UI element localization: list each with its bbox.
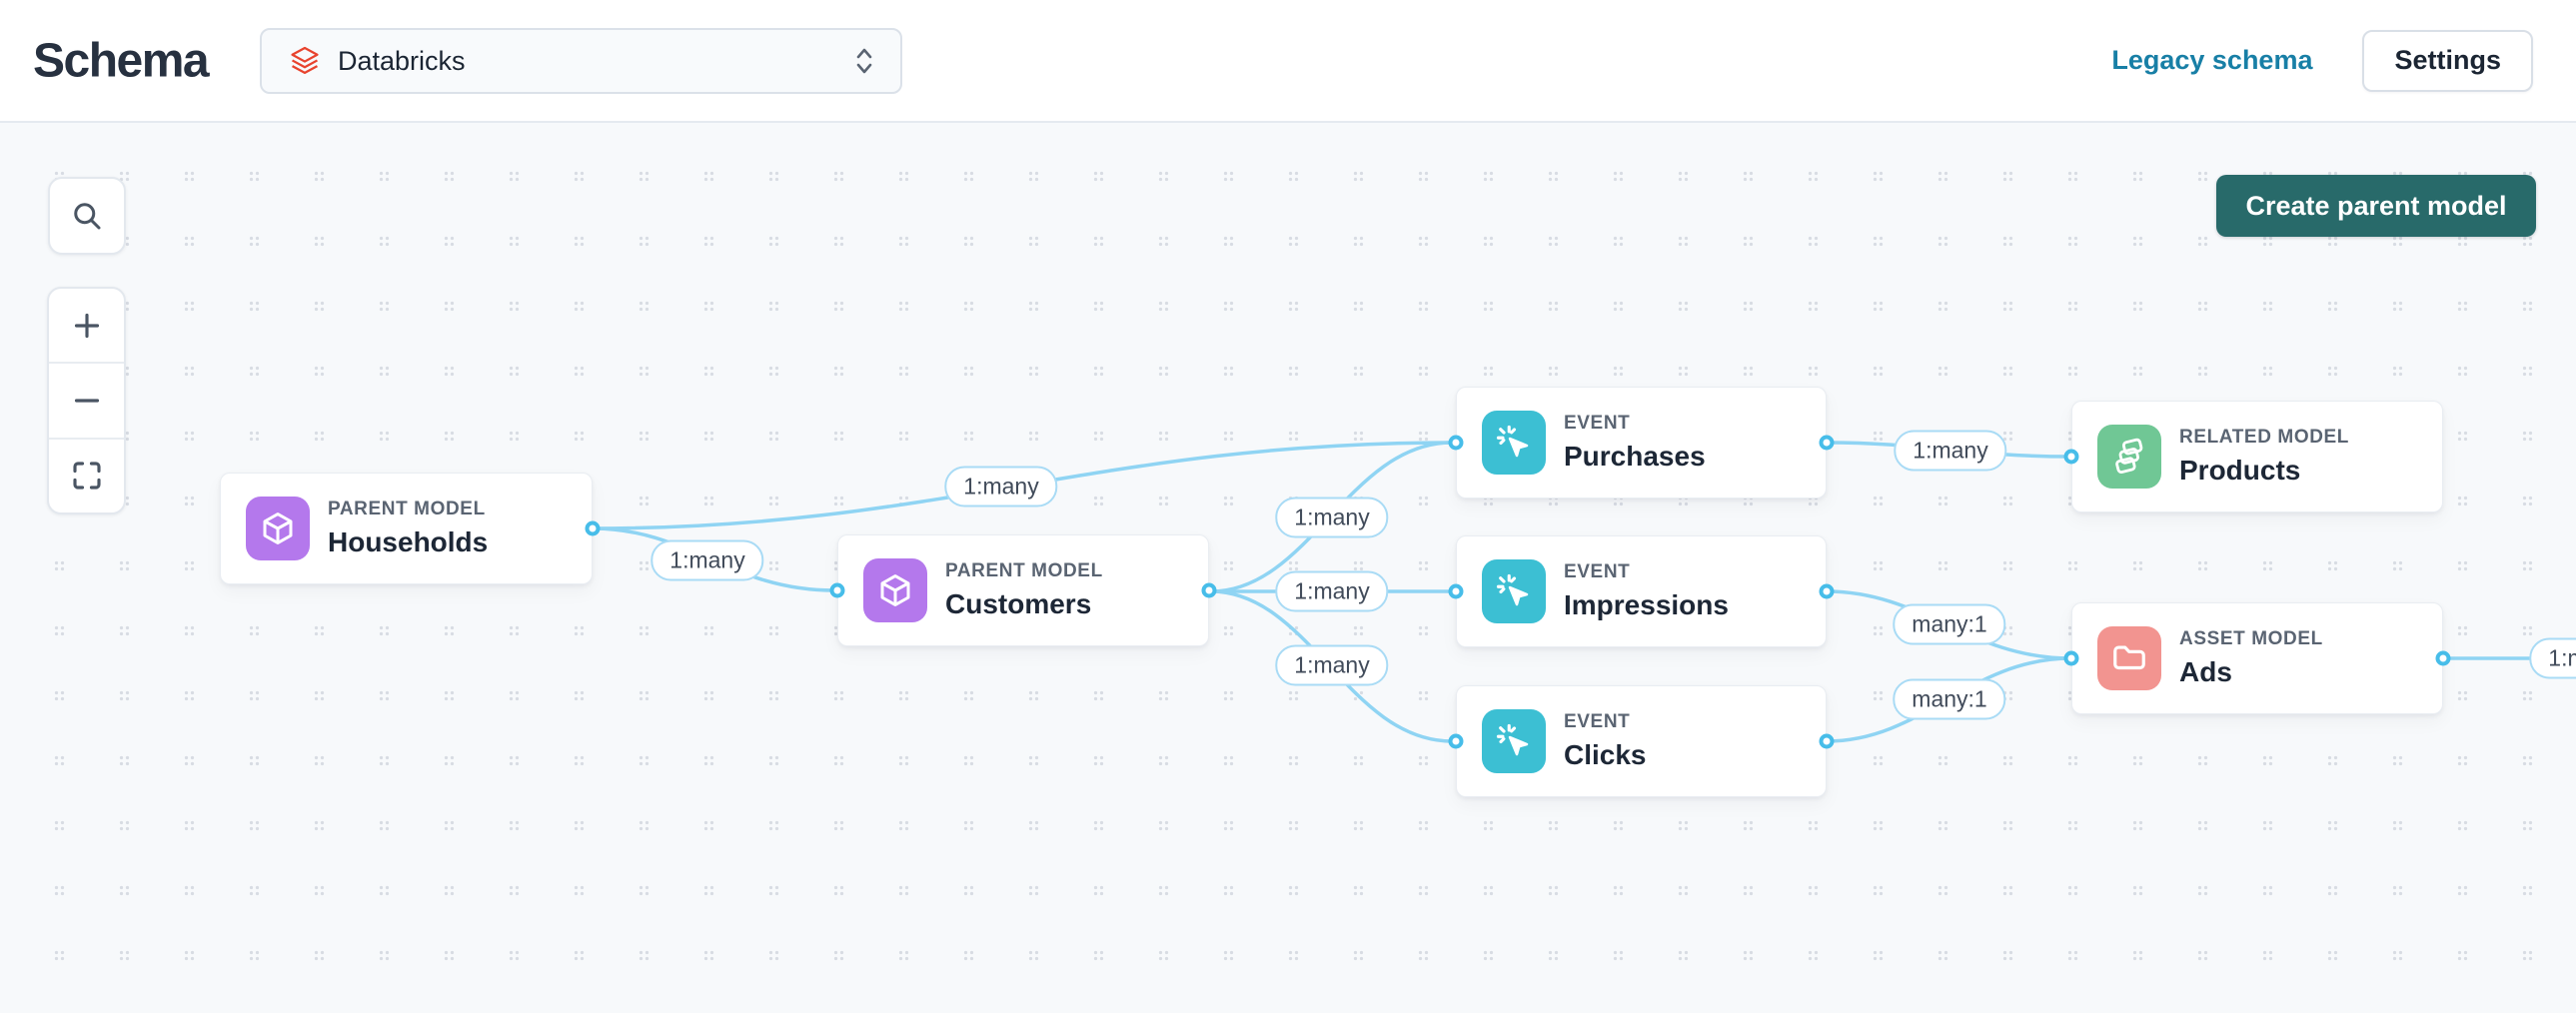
connection-handle-left[interactable] [1449,734,1464,749]
node-type-label: EVENT [1564,561,1729,583]
zoom-out-button[interactable] [49,362,124,437]
fit-view-button[interactable] [49,438,124,512]
edge-cardinality-label[interactable]: 1:many [650,540,763,581]
model-node-ads[interactable]: ASSET MODEL Ads [2071,602,2443,714]
connection-handle-left[interactable] [2064,651,2079,666]
layers-icon [2097,425,2161,489]
edge-cardinality-label[interactable]: many:1 [1893,604,2005,645]
create-parent-model-button[interactable]: Create parent model [2216,175,2536,237]
connection-handle-left[interactable] [2064,450,2079,465]
edge-cardinality-label[interactable]: 1:many [1894,431,2006,472]
header-actions: Legacy schema Settings [2111,0,2533,121]
search-button[interactable] [48,177,126,255]
schema-canvas[interactable]: Create parent model 1:many1:many1:ma [0,123,2576,1013]
source-selector-dropdown[interactable]: Databricks [260,28,902,94]
connection-handle-left[interactable] [1449,584,1464,599]
node-title: Purchases [1564,441,1706,473]
edge-cardinality-label[interactable]: 1:many [1275,498,1388,538]
node-type-label: PARENT MODEL [328,499,488,520]
model-node-products[interactable]: RELATED MODEL Products [2071,401,2443,512]
node-title: Impressions [1564,589,1729,621]
connection-handle-left[interactable] [1449,436,1464,451]
edge-cardinality-label[interactable]: many:1 [1893,679,2005,720]
model-node-impressions[interactable]: EVENT Impressions [1456,535,1827,647]
connection-handle-right[interactable] [1820,436,1835,451]
source-selector-value: Databricks [338,46,852,77]
click-icon [1482,559,1546,623]
node-title: Ads [2179,656,2323,688]
node-title: Clicks [1564,739,1647,771]
connection-handle-right[interactable] [1202,583,1217,598]
node-type-label: EVENT [1564,711,1647,733]
connection-handle-left[interactable] [830,583,845,598]
zoom-controls [47,287,126,514]
node-title: Products [2179,455,2349,487]
node-title: Households [328,526,488,558]
click-icon [1482,411,1546,475]
node-title: Customers [945,588,1103,620]
cube-icon [863,558,927,622]
app-header: Schema Databricks Legacy schema Settings [0,0,2576,123]
connection-handle-right[interactable] [2436,651,2451,666]
app-logo: Schema [33,33,208,88]
click-icon [1482,709,1546,773]
node-type-label: RELATED MODEL [2179,427,2349,449]
model-node-purchases[interactable]: EVENT Purchases [1456,387,1827,499]
node-type-label: PARENT MODEL [945,560,1103,582]
chevron-updown-icon [852,44,876,78]
legacy-schema-link[interactable]: Legacy schema [2111,45,2312,76]
folder-icon [2097,626,2161,690]
zoom-in-button[interactable] [49,289,124,362]
edge-cardinality-label[interactable]: 1:many [1275,571,1388,612]
connection-handle-right[interactable] [586,521,601,536]
connection-handle-right[interactable] [1820,734,1835,749]
model-node-households[interactable]: PARENT MODEL Households [220,473,593,584]
node-type-label: EVENT [1564,413,1706,435]
databricks-logo-icon [288,44,322,78]
model-node-clicks[interactable]: EVENT Clicks [1456,685,1827,797]
minus-icon [69,383,105,419]
search-icon [69,198,105,234]
cube-icon [246,497,310,560]
edge-cardinality-label[interactable]: 1:many [1275,645,1388,686]
node-type-label: ASSET MODEL [2179,628,2323,650]
settings-button[interactable]: Settings [2362,30,2533,92]
fit-view-icon [69,458,105,494]
edge-cardinality-label[interactable]: 1:many [2529,638,2576,679]
model-node-customers[interactable]: PARENT MODEL Customers [837,534,1209,646]
connection-handle-right[interactable] [1820,584,1835,599]
edge-cardinality-label[interactable]: 1:many [944,467,1057,507]
plus-icon [69,308,105,344]
